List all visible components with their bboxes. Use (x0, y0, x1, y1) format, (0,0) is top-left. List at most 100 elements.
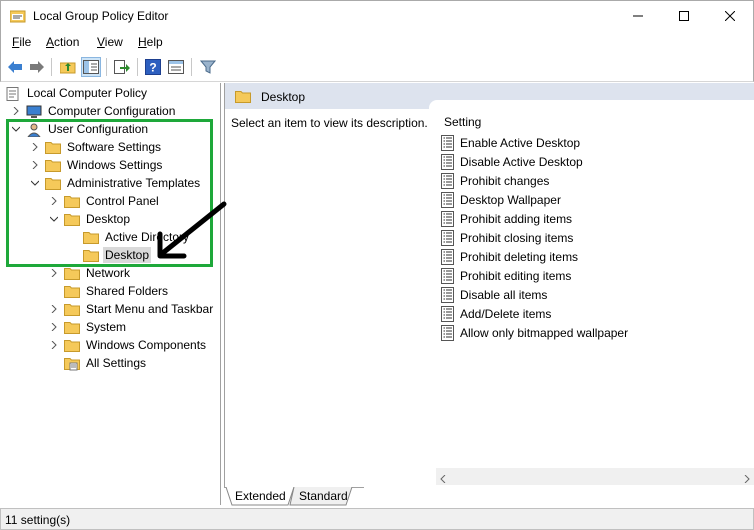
scroll-right-icon[interactable] (744, 472, 750, 486)
folder-icon (64, 195, 80, 208)
chevron-right-icon[interactable] (29, 159, 41, 171)
chevron-right-icon[interactable] (48, 195, 60, 207)
chevron-down-icon[interactable] (29, 177, 41, 189)
policy-document-icon (5, 86, 21, 101)
toolbar-separator (191, 58, 192, 76)
setting-row[interactable]: Prohibit editing items (441, 266, 571, 285)
column-header-setting[interactable]: Setting (444, 115, 481, 129)
setting-row[interactable]: Add/Delete items (441, 304, 551, 323)
menu-action[interactable]: Action (46, 35, 79, 49)
title-bar: Local Group Policy Editor (0, 0, 754, 31)
horizontal-scrollbar[interactable] (436, 468, 754, 485)
group-policy-app-icon (9, 9, 26, 23)
tree-item-user-configuration[interactable]: User Configuration (10, 120, 150, 138)
properties-button[interactable] (166, 57, 186, 77)
tree-label: User Configuration (48, 122, 149, 136)
user-icon (26, 123, 42, 137)
details-header-curve (429, 100, 754, 112)
chevron-right-icon[interactable] (48, 267, 60, 279)
maximize-button[interactable] (661, 1, 707, 31)
tree-label: Software Settings (67, 140, 162, 154)
setting-row[interactable]: Disable all items (441, 285, 547, 304)
chevron-down-icon[interactable] (10, 123, 22, 135)
minimize-button[interactable] (615, 1, 661, 31)
tree-item-desktop-selected[interactable]: Desktop (67, 246, 152, 264)
chevron-right-icon[interactable] (29, 141, 41, 153)
setting-row[interactable]: Prohibit closing items (441, 228, 573, 247)
menu-view[interactable]: View (97, 35, 123, 49)
chevron-down-icon[interactable] (48, 213, 60, 225)
setting-row[interactable]: Prohibit deleting items (441, 247, 578, 266)
setting-label: Prohibit editing items (460, 268, 572, 283)
tree-label: Shared Folders (86, 284, 169, 298)
chevron-right-icon[interactable] (48, 321, 60, 333)
setting-label: Disable Active Desktop (460, 154, 583, 169)
tree-item-windows-settings[interactable]: Windows Settings (29, 156, 164, 174)
folder-icon (64, 321, 80, 334)
tree-item-all-settings[interactable]: All Settings (48, 354, 148, 372)
folder-open-icon (64, 213, 80, 226)
chevron-right-icon[interactable] (48, 303, 60, 315)
tree-item-administrative-templates[interactable]: Administrative Templates (29, 174, 202, 192)
export-list-button[interactable] (112, 57, 132, 77)
toolbar-separator (106, 58, 107, 76)
tree-item-desktop[interactable]: Desktop (48, 210, 132, 228)
console-tree: Local Computer Policy Computer Configura… (1, 83, 221, 505)
forward-button[interactable] (27, 57, 47, 77)
up-folder-button[interactable] (58, 57, 78, 77)
tree-label: Desktop (86, 212, 131, 226)
policy-setting-icon (441, 134, 455, 151)
filter-button[interactable] (198, 57, 218, 77)
tree-label: Desktop (103, 247, 152, 263)
folder-icon (64, 267, 80, 280)
setting-row[interactable]: Desktop Wallpaper (441, 190, 561, 209)
tree-label: All Settings (86, 356, 147, 370)
menu-file[interactable]: File (12, 35, 31, 49)
toolbar: ? (0, 53, 754, 82)
status-bar: 11 setting(s) (0, 508, 754, 530)
tree-item-active-directory[interactable]: Active Directory (67, 228, 191, 246)
policy-setting-icon (441, 210, 455, 227)
tree-item-shared-folders[interactable]: Shared Folders (48, 282, 170, 300)
policy-setting-icon (441, 286, 455, 303)
folder-icon (45, 159, 61, 172)
computer-icon (26, 105, 42, 118)
policy-setting-icon (441, 324, 455, 341)
policy-setting-icon (441, 172, 455, 189)
folder-icon (83, 249, 99, 262)
description-text: Select an item to view its description. (231, 116, 428, 130)
setting-row[interactable]: Prohibit changes (441, 171, 549, 190)
tree-item-system[interactable]: System (48, 318, 128, 336)
tab-extended[interactable]: Extended (235, 487, 286, 506)
back-button[interactable] (5, 57, 25, 77)
tree-item-windows-components[interactable]: Windows Components (48, 336, 208, 354)
tree-item-computer-configuration[interactable]: Computer Configuration (10, 102, 177, 120)
scroll-left-icon[interactable] (440, 472, 446, 486)
tree-item-control-panel[interactable]: Control Panel (48, 192, 161, 210)
policy-setting-icon (441, 229, 455, 246)
setting-label: Prohibit deleting items (460, 249, 579, 264)
tree-item-network[interactable]: Network (48, 264, 132, 282)
all-settings-icon (64, 357, 80, 370)
folder-icon (45, 177, 61, 190)
chevron-right-icon[interactable] (48, 339, 60, 351)
policy-setting-icon (441, 191, 455, 208)
tree-item-start-menu-and-taskbar[interactable]: Start Menu and Taskbar (48, 300, 215, 318)
show-hide-tree-button[interactable] (81, 57, 101, 77)
setting-row[interactable]: Allow only bitmapped wallpaper (441, 323, 628, 342)
tab-standard[interactable]: Standard (299, 487, 348, 506)
chevron-right-icon[interactable] (10, 105, 22, 117)
tree-label: Local Computer Policy (27, 86, 148, 100)
menu-bar: File Action View Help (0, 31, 754, 53)
setting-row[interactable]: Disable Active Desktop (441, 152, 583, 171)
setting-label: Desktop Wallpaper (460, 192, 561, 207)
close-button[interactable] (707, 1, 753, 31)
setting-row[interactable]: Prohibit adding items (441, 209, 572, 228)
menu-help[interactable]: Help (138, 35, 163, 49)
tree-item-software-settings[interactable]: Software Settings (29, 138, 163, 156)
setting-row[interactable]: Enable Active Desktop (441, 133, 580, 152)
view-tabs: Extended Standard (224, 487, 753, 506)
tree-item-local-computer-policy[interactable]: Local Computer Policy (5, 84, 149, 102)
help-button[interactable]: ? (143, 57, 163, 77)
